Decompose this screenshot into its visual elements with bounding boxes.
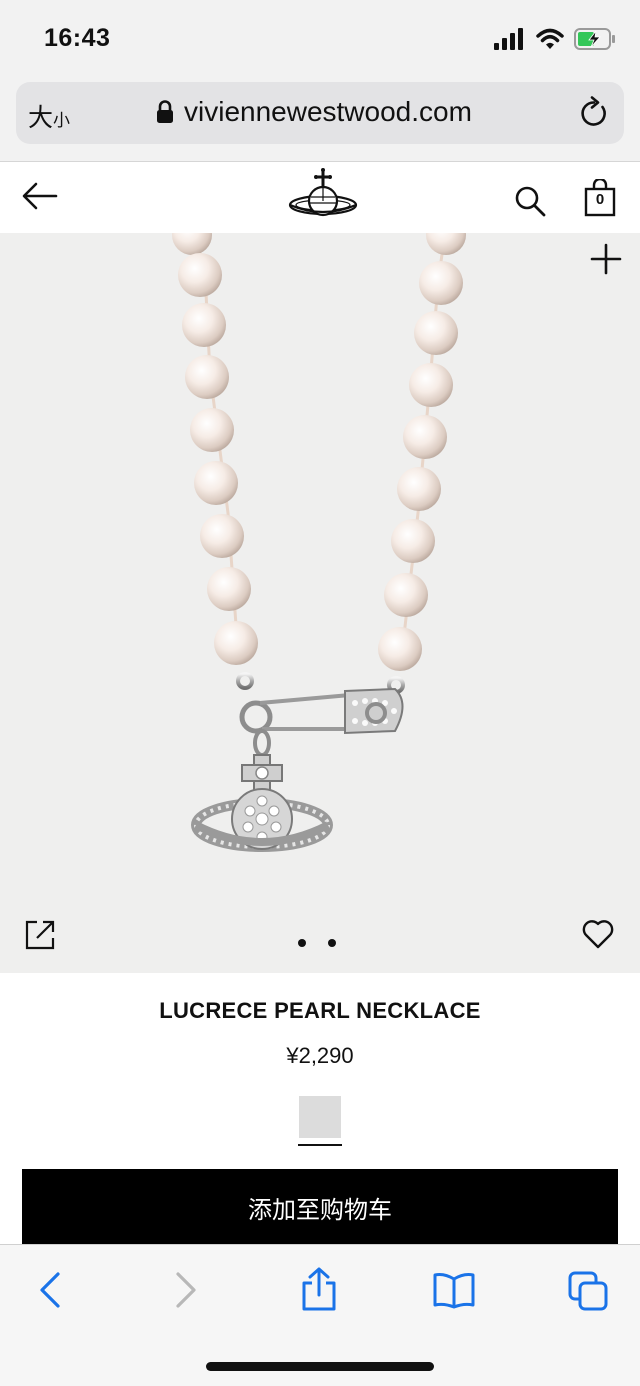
color-swatch[interactable]: [299, 1096, 341, 1138]
url-text: viviennewestwood.com: [184, 96, 472, 127]
product-price: ¥2,290: [286, 1043, 354, 1068]
share-icon[interactable]: [300, 1267, 338, 1311]
battery-charging-icon: [574, 28, 615, 50]
site-header: 0: [0, 163, 640, 233]
browser-address-area: 大小 viviennewestwood.com: [0, 76, 640, 162]
pagination-dot[interactable]: [298, 939, 306, 947]
share-external-icon[interactable]: [24, 919, 56, 951]
home-indicator[interactable]: [206, 1362, 434, 1371]
add-to-cart-button[interactable]: 添加至购物车: [22, 1169, 618, 1245]
gallery-pagination[interactable]: [298, 939, 336, 947]
browser-back-icon[interactable]: [38, 1271, 62, 1309]
text-size-small-glyph: 小: [53, 111, 71, 131]
swatch-selected-indicator: [298, 1144, 342, 1146]
heart-icon[interactable]: [582, 919, 614, 949]
zoom-plus-icon[interactable]: [590, 243, 622, 275]
status-time: 16:43: [44, 24, 111, 52]
tabs-icon[interactable]: [568, 1271, 608, 1311]
text-size-large-glyph: 大: [28, 103, 54, 132]
shopping-bag-button[interactable]: 0: [584, 179, 616, 217]
address-bar[interactable]: 大小 viviennewestwood.com: [16, 82, 624, 144]
product-name: LUCRECE PEARL NECKLACE: [159, 998, 481, 1023]
orb-logo-icon[interactable]: [286, 167, 360, 225]
pagination-dot[interactable]: [328, 939, 336, 947]
url-display[interactable]: viviennewestwood.com: [156, 96, 472, 128]
browser-forward-icon[interactable]: [174, 1271, 198, 1309]
lock-icon: [157, 100, 173, 123]
bag-count-badge: 0: [595, 191, 605, 208]
search-icon[interactable]: [514, 185, 546, 217]
text-size-button[interactable]: 大小: [28, 98, 70, 134]
signal-icon: [494, 28, 523, 50]
reload-icon[interactable]: [578, 96, 610, 130]
bookmarks-icon[interactable]: [432, 1271, 476, 1309]
status-bar: 16:43: [0, 0, 640, 76]
wifi-icon: [536, 28, 564, 49]
product-photo: [0, 233, 640, 973]
product-image-gallery[interactable]: [0, 233, 640, 973]
status-icons: [494, 26, 616, 52]
back-arrow-icon[interactable]: [22, 181, 58, 211]
